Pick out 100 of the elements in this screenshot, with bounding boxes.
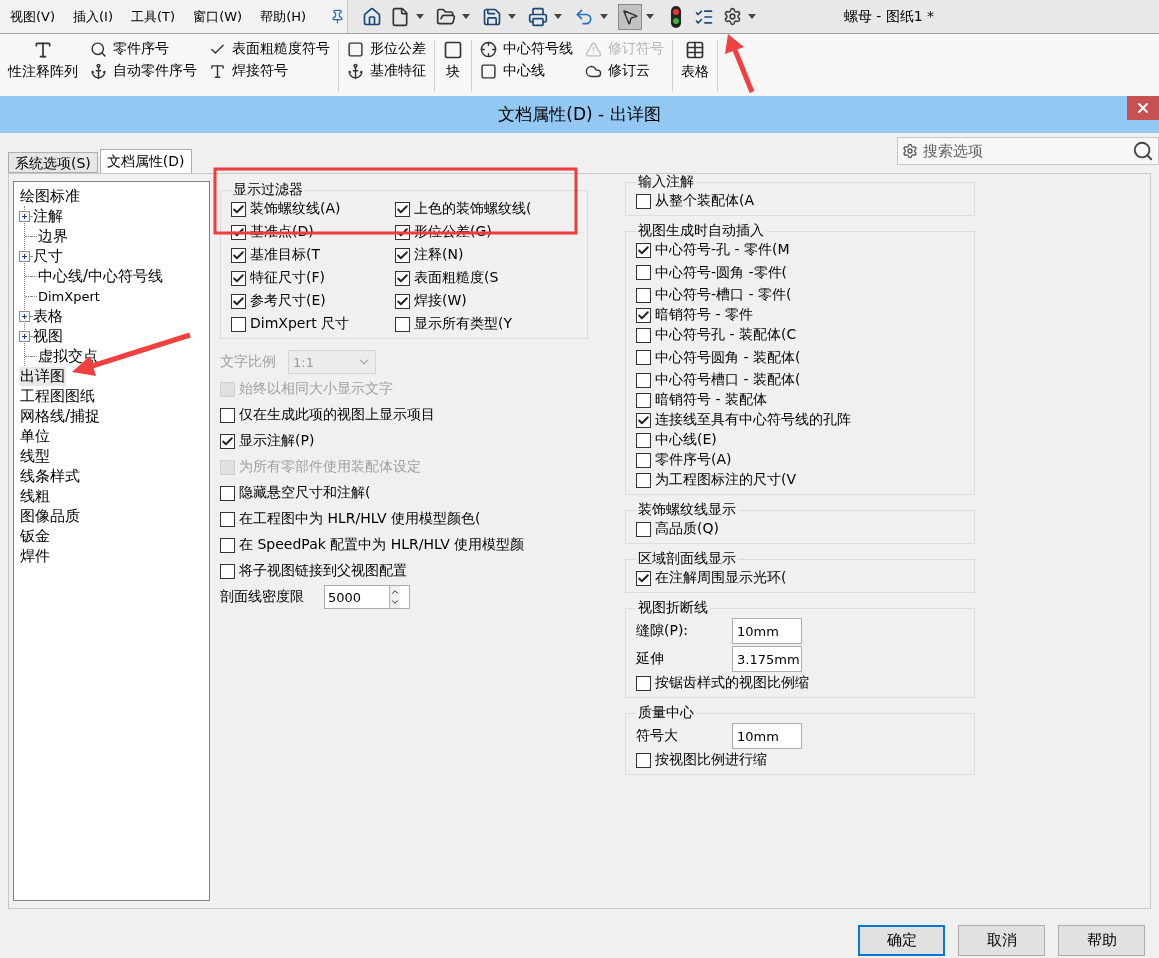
checkbox[interactable] [636,392,651,408]
checkbox[interactable] [395,201,410,217]
tree-item[interactable]: 线条样式 [19,466,81,486]
ribbon-button[interactable]: 零件序号 [90,40,197,58]
tree-item[interactable]: DimXpert [37,288,101,304]
checkbox[interactable] [231,247,246,263]
tree-item[interactable]: 尺寸 [32,246,64,266]
settings-icon[interactable] [902,143,918,159]
caret-icon[interactable] [416,13,424,20]
checkbox[interactable] [636,372,651,388]
checkbox[interactable] [231,316,246,332]
checkbox[interactable] [220,407,235,423]
checkbox[interactable] [636,452,651,468]
tree-item[interactable]: 钣金 [19,526,51,546]
input-field[interactable]: 3.175mm [732,646,802,672]
expand-icon[interactable] [19,250,30,262]
checkbox[interactable] [636,193,651,209]
option-label: 中心符号-圆角 -零件( [655,263,787,282]
tree-item[interactable]: 视图 [32,326,64,346]
checkbox[interactable] [395,293,410,309]
tree-item[interactable]: 单位 [19,426,51,446]
tree-item[interactable]: 线粗 [19,486,51,506]
ribbon-button[interactable]: 表格 [681,40,709,81]
tree-item[interactable]: 绘图标准 [19,186,81,206]
menu-item[interactable]: 视图(V) [10,7,56,26]
checkbox[interactable] [220,537,235,553]
checkbox[interactable] [636,570,651,586]
input-field[interactable]: 10mm [732,723,802,749]
menu-item[interactable]: 帮助(H) [260,7,307,26]
search-icon[interactable] [1132,140,1154,162]
checkbox[interactable] [395,316,410,332]
checkbox[interactable] [231,293,246,309]
checkbox[interactable] [636,412,651,428]
caret-icon[interactable] [554,13,562,20]
checkbox[interactable] [636,752,651,768]
ribbon-button[interactable]: 中心线 [480,62,573,80]
checkbox[interactable] [636,675,651,691]
checkbox[interactable] [636,242,651,258]
checkbox[interactable] [220,485,235,501]
checkbox[interactable] [220,563,235,579]
checkbox[interactable] [220,511,235,527]
ribbon-button[interactable]: 焊接符号 [209,62,330,80]
pin-icon[interactable] [330,9,346,24]
caret-icon[interactable] [508,13,516,20]
dialog-button[interactable]: 帮助 [1058,925,1145,956]
tree-item[interactable]: 表格 [32,306,64,326]
tree-item[interactable]: 注解 [32,206,64,226]
tree-item[interactable]: 中心线/中心符号线 [37,266,165,286]
tree-item[interactable]: 线型 [19,446,51,466]
annotation-arrow [725,34,755,93]
search-field[interactable]: 搜索选项 [921,141,1129,161]
checkbox[interactable] [395,270,410,286]
tree-item[interactable]: 边界 [37,226,69,246]
ribbon-button[interactable]: 表面粗糙度符号 [209,40,330,58]
menu-item[interactable]: 工具(T) [131,7,176,26]
tab[interactable]: 系统选项(S) [8,152,98,173]
dialog-button[interactable]: 确定 [858,925,945,956]
tree-item[interactable]: 工程图图纸 [19,386,96,406]
checkbox[interactable] [636,521,651,537]
checkbox[interactable] [220,433,235,449]
tree-item[interactable]: 网格线/捕捉 [19,406,102,426]
ribbon-button[interactable]: 块 [443,40,463,81]
spin-box[interactable]: 5000 [324,585,410,609]
expand-icon[interactable] [19,210,30,222]
tree-item[interactable]: 图像品质 [19,506,81,526]
expand-icon[interactable] [19,310,30,322]
checkbox[interactable] [636,432,651,448]
ribbon-button[interactable]: 性注释阵列 [8,40,78,81]
spin-down-icon[interactable] [390,597,400,607]
ribbon-button[interactable]: 中心符号线 [480,40,573,58]
checkbox[interactable] [636,472,651,488]
pointer-icon[interactable] [618,3,642,30]
input-field[interactable]: 10mm [732,618,802,644]
spin-up-icon[interactable] [390,587,400,597]
ribbon-button[interactable]: 基准特征 [347,62,426,80]
menu-item[interactable]: 窗口(W) [193,7,243,26]
menu-item[interactable]: 插入(I) [73,7,114,26]
tab[interactable]: 文档属性(D) [99,149,192,173]
checkbox[interactable] [231,270,246,286]
checkbox[interactable] [636,265,651,280]
checkbox[interactable] [636,350,651,365]
close-icon[interactable] [1135,100,1151,116]
checkbox[interactable] [231,201,246,217]
ribbon-button[interactable]: 自动零件序号 [90,62,197,80]
ribbon-button[interactable]: 形位公差 [347,40,426,58]
checkbox[interactable] [636,327,651,343]
caret-icon[interactable] [646,13,654,20]
ribbon-button[interactable]: 修订云 [585,62,664,80]
checkbox[interactable] [636,287,651,303]
caret-icon[interactable] [748,13,756,20]
expand-icon[interactable] [19,330,30,342]
checkbox[interactable] [636,307,651,323]
dialog-button[interactable]: 取消 [958,925,1045,956]
caret-icon[interactable] [600,13,608,20]
tree-item[interactable]: 焊件 [19,546,51,566]
caret-icon[interactable] [462,13,470,20]
tree-item[interactable]: 出详图 [19,366,66,386]
checkbox[interactable] [395,247,410,263]
search-box[interactable]: 搜索选项 [897,137,1159,165]
close-button[interactable] [1127,96,1159,120]
